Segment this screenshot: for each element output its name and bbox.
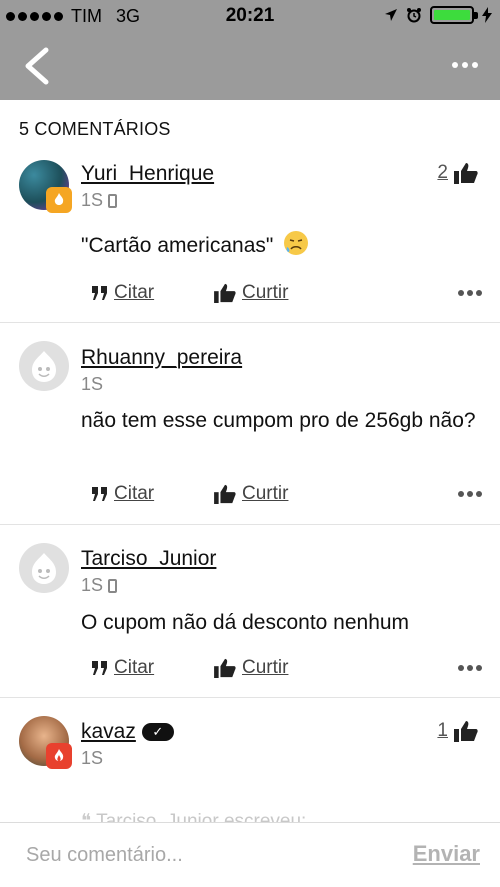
comment-username[interactable]: Rhuanny_pereira xyxy=(81,346,242,370)
avatar[interactable] xyxy=(19,341,69,391)
comment-meta: 1S xyxy=(81,748,103,769)
verified-check-icon: ✓ xyxy=(141,723,174,742)
battery-icon xyxy=(430,6,478,24)
comment-item: Rhuanny_pereira 1S não tem esse cumpom p… xyxy=(0,323,500,525)
user-rank-badge-icon xyxy=(46,743,72,769)
comment-text: O cupom não dá desconto nenhum xyxy=(81,611,410,634)
quote-button[interactable]: Citar xyxy=(92,657,154,679)
comment-username[interactable]: Tarciso_Junior xyxy=(81,547,216,571)
charging-bolt-icon xyxy=(482,7,492,23)
comment-time: 1S xyxy=(81,748,104,768)
phone-icon xyxy=(108,578,118,593)
like-count[interactable]: 1 xyxy=(437,720,478,742)
quote-button[interactable]: Citar xyxy=(92,483,154,505)
back-chevron-icon[interactable] xyxy=(18,46,54,86)
quote-icon xyxy=(92,661,107,675)
comment-input-bar: Enviar xyxy=(0,822,500,887)
comment-text-content: "Cartão americanas" xyxy=(81,234,274,257)
like-label: Curtir xyxy=(242,282,289,303)
default-avatar-icon xyxy=(32,351,56,382)
comment-item: Tarciso_Junior 1S O cupom não dá descont… xyxy=(0,525,500,698)
quote-button[interactable]: Citar xyxy=(92,282,154,304)
like-label: Curtir xyxy=(242,483,289,504)
comment-meta: 1S xyxy=(81,575,118,596)
like-count[interactable]: 2 xyxy=(437,162,478,184)
thumbs-up-icon xyxy=(454,721,478,742)
comment-text: não tem esse cumpom pro de 256gb não? xyxy=(81,409,476,432)
thumbs-up-icon xyxy=(214,658,236,678)
comment-input[interactable] xyxy=(26,840,366,870)
quote-icon xyxy=(92,487,107,501)
thumbs-up-icon xyxy=(214,283,236,303)
avatar[interactable] xyxy=(19,160,72,213)
comment-text: "Cartão americanas" xyxy=(81,230,481,261)
comment-time: 1S xyxy=(81,190,104,210)
status-right xyxy=(384,6,492,24)
like-count-value: 1 xyxy=(437,720,448,741)
quote-icon xyxy=(92,286,107,300)
comment-more-icon[interactable] xyxy=(458,290,482,296)
comment-meta: 1S xyxy=(81,190,118,211)
comment-time: 1S xyxy=(81,575,104,595)
like-button[interactable]: Curtir xyxy=(214,282,288,304)
comment-time: 1S xyxy=(81,374,104,394)
quote-label: Citar xyxy=(114,282,155,303)
phone-icon xyxy=(108,193,118,208)
user-rank-badge-icon xyxy=(46,187,72,213)
default-avatar-icon xyxy=(32,553,56,584)
comment-username-text: kavaz xyxy=(81,720,136,743)
comment-more-icon[interactable] xyxy=(458,491,482,497)
comment-meta: 1S xyxy=(81,374,103,395)
comment-item: kavaz ✓ 1S 1 xyxy=(0,698,500,822)
thumbs-up-icon xyxy=(214,484,236,504)
like-button[interactable]: Curtir xyxy=(214,657,288,679)
more-options-icon[interactable] xyxy=(452,62,478,68)
comment-username[interactable]: Yuri_Henrique xyxy=(81,162,214,186)
quote-label: Citar xyxy=(114,657,155,678)
send-button[interactable]: Enviar xyxy=(413,841,480,867)
like-label: Curtir xyxy=(242,657,289,678)
comments-count-header: 5 COMENTÁRIOS xyxy=(19,119,171,139)
comment-item: Yuri_Henrique 1S 2 "Cartão americanas" C… xyxy=(0,150,500,323)
avatar[interactable] xyxy=(19,716,72,769)
comment-more-icon[interactable] xyxy=(458,665,482,671)
comment-username[interactable]: kavaz ✓ xyxy=(81,720,174,744)
navigation-bar xyxy=(0,32,500,100)
location-arrow-icon xyxy=(385,9,397,21)
alarm-clock-icon xyxy=(407,8,421,23)
avatar[interactable] xyxy=(19,543,69,593)
like-button[interactable]: Curtir xyxy=(214,483,288,505)
like-count-value: 2 xyxy=(437,162,448,183)
sad-face-emoji-icon xyxy=(284,231,309,255)
quote-label: Citar xyxy=(114,483,155,504)
status-bar: TIM 3G 20:21 xyxy=(0,0,500,32)
thumbs-up-icon xyxy=(454,163,478,184)
